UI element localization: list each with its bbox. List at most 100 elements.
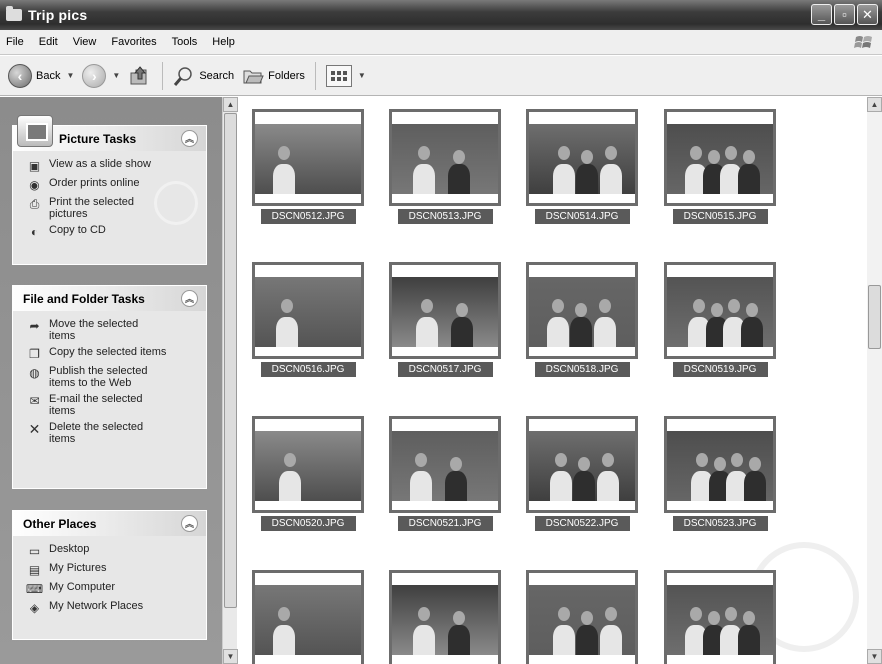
menu-edit[interactable]: Edit (39, 36, 58, 48)
views-button[interactable]: ▼ (322, 60, 370, 92)
photo-image (255, 585, 361, 655)
task-email-items[interactable]: ✉ E-mail the selected items (27, 393, 200, 417)
collapse-chevron-icon[interactable]: ︽ (181, 130, 198, 147)
task-label: Move the selected items (49, 318, 139, 342)
thumbnail-item[interactable]: DSCN0522.JPG (526, 416, 638, 540)
menu-favorites[interactable]: Favorites (111, 36, 156, 48)
task-delete-items[interactable]: ✕ Delete the selected items (27, 421, 200, 445)
scroll-up-icon[interactable]: ▲ (223, 97, 238, 112)
thumbnail-item[interactable]: DSCN0518.JPG (526, 262, 638, 386)
thumbnail-item[interactable]: DSCN0519.JPG (664, 262, 776, 386)
thumbnail-filename[interactable]: DSCN0513.JPG (397, 209, 493, 224)
thumbnail-filename[interactable]: DSCN0515.JPG (672, 209, 768, 224)
thumbnail-frame[interactable] (664, 262, 776, 359)
thumbnail-frame[interactable] (252, 416, 364, 513)
thumbnail-frame[interactable] (389, 416, 501, 513)
thumbnail-filename[interactable]: DSCN0516.JPG (260, 362, 356, 377)
thumbnail-filename[interactable]: DSCN0521.JPG (397, 516, 493, 531)
thumbnail-frame[interactable] (252, 262, 364, 359)
thumbnail-filename[interactable]: DSCN0512.JPG (260, 209, 356, 224)
file-folder-tasks-header[interactable]: File and Folder Tasks ︽ (13, 286, 206, 311)
menu-help[interactable]: Help (212, 36, 235, 48)
thumbnail-filename[interactable]: DSCN0514.JPG (534, 209, 630, 224)
picture-tasks-header[interactable]: Picture Tasks ︽ (13, 115, 206, 151)
thumbnail-filename[interactable]: DSCN0517.JPG (397, 362, 493, 377)
thumbnail-frame[interactable] (526, 570, 638, 664)
thumbnail-filename[interactable]: DSCN0519.JPG (672, 362, 768, 377)
printer-icon: ⎙ (29, 196, 40, 211)
scroll-up-icon[interactable]: ▲ (867, 97, 882, 112)
thumbnail-frame[interactable] (389, 109, 501, 206)
forward-arrow-icon: › (82, 63, 107, 88)
thumbnail-frame[interactable] (664, 109, 776, 206)
thumbnail-frame[interactable] (664, 416, 776, 513)
scroll-thumb[interactable] (868, 285, 881, 349)
up-folder-button[interactable] (124, 60, 156, 92)
other-places-title: Other Places (23, 516, 97, 531)
thumbnail-filename[interactable]: DSCN0523.JPG (672, 516, 768, 531)
thumbnail-frame[interactable] (526, 262, 638, 359)
back-button[interactable]: ‹ Back ▼ (4, 60, 78, 92)
folders-label: Folders (268, 69, 305, 82)
close-button[interactable]: ✕ (857, 4, 878, 25)
task-copy-to-cd[interactable]: ◐ Copy to CD (27, 224, 200, 239)
place-desktop[interactable]: ▭ Desktop (27, 543, 200, 558)
place-label: My Pictures (49, 562, 107, 574)
content-scrollbar[interactable]: ▲ ▼ (867, 97, 882, 664)
thumbnail-frame[interactable] (252, 570, 364, 664)
thumbnail-frame[interactable] (526, 109, 638, 206)
thumbnail-item[interactable] (664, 570, 776, 664)
task-publish-web[interactable]: ◍ Publish the selected items to the Web (27, 365, 200, 389)
thumbnail-item[interactable]: DSCN0514.JPG (526, 109, 638, 233)
thumbnail-item[interactable] (526, 570, 638, 664)
task-copy-items[interactable]: ❐ Copy the selected items (27, 346, 200, 361)
thumbnail-frame[interactable] (526, 416, 638, 513)
search-button[interactable]: Search (169, 60, 238, 92)
back-dropdown-icon[interactable]: ▼ (66, 71, 74, 80)
forward-button[interactable]: › ▼ (78, 60, 124, 92)
views-dropdown-icon[interactable]: ▼ (358, 71, 366, 80)
collapse-chevron-icon[interactable]: ︽ (181, 290, 198, 307)
scroll-thumb[interactable] (224, 113, 237, 608)
thumbnail-item[interactable]: DSCN0517.JPG (389, 262, 501, 386)
forward-dropdown-icon[interactable]: ▼ (112, 71, 120, 80)
thumbnail-item[interactable]: DSCN0515.JPG (664, 109, 776, 233)
thumbnail-frame[interactable] (252, 109, 364, 206)
thumbnail-item[interactable]: DSCN0520.JPG (252, 416, 364, 540)
thumbnail-item[interactable]: DSCN0513.JPG (389, 109, 501, 233)
minimize-button[interactable]: _ (811, 4, 832, 25)
thumbnail-item[interactable] (389, 570, 501, 664)
thumbnail-filename[interactable]: DSCN0518.JPG (534, 362, 630, 377)
other-places-header[interactable]: Other Places ︽ (13, 511, 206, 536)
folders-button[interactable]: Folders (238, 60, 309, 92)
thumbnail-view: DSCN0512.JPG DSCN0513.JPG DSCN0514.JPG DSCN… (238, 97, 867, 664)
thumbnail-filename[interactable]: DSCN0522.JPG (534, 516, 630, 531)
thumbnail-item[interactable]: DSCN0516.JPG (252, 262, 364, 386)
window-controls: _ ▫ ✕ (811, 4, 878, 25)
scroll-down-icon[interactable]: ▼ (223, 649, 238, 664)
thumbnail-frame[interactable] (664, 570, 776, 664)
menu-view[interactable]: View (73, 36, 97, 48)
task-view-slideshow[interactable]: ▣ View as a slide show (27, 158, 200, 173)
task-pane-scrollbar[interactable]: ▲ ▼ (222, 97, 238, 664)
place-my-computer[interactable]: ⌨ My Computer (26, 581, 200, 596)
scroll-down-icon[interactable]: ▼ (867, 649, 882, 664)
menu-tools[interactable]: Tools (172, 36, 198, 48)
collapse-chevron-icon[interactable]: ︽ (181, 515, 198, 532)
thumbnail-item[interactable]: DSCN0512.JPG (252, 109, 364, 233)
toolbar: ‹ Back ▼ › ▼ Search Folders ▼ (0, 56, 882, 96)
thumbnail-frame[interactable] (389, 262, 501, 359)
thumbnail-item[interactable]: DSCN0523.JPG (664, 416, 776, 540)
task-move-items[interactable]: ➦ Move the selected items (27, 318, 200, 342)
menu-file[interactable]: File (6, 36, 24, 48)
slideshow-icon: ▣ (28, 158, 41, 173)
place-my-pictures[interactable]: ▤ My Pictures (27, 562, 200, 577)
email-icon: ✉ (29, 393, 40, 408)
file-folder-tasks-title: File and Folder Tasks (23, 291, 145, 306)
thumbnail-item[interactable]: DSCN0521.JPG (389, 416, 501, 540)
thumbnail-filename[interactable]: DSCN0520.JPG (260, 516, 356, 531)
thumbnail-frame[interactable] (389, 570, 501, 664)
place-network[interactable]: ◈ My Network Places (27, 600, 200, 615)
thumbnail-item[interactable] (252, 570, 364, 664)
maximize-button[interactable]: ▫ (834, 4, 855, 25)
